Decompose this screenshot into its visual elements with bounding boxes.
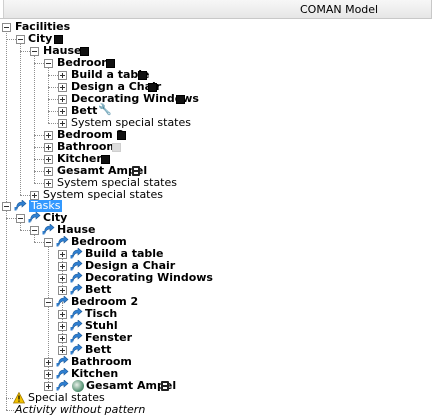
expand-toggle[interactable] — [44, 167, 53, 176]
collapse-toggle[interactable] — [16, 214, 25, 223]
collapse-toggle[interactable] — [30, 47, 39, 56]
traffic-light-icon — [132, 166, 140, 176]
collapse-toggle[interactable] — [30, 226, 39, 235]
task-arrow-icon — [56, 236, 70, 248]
expand-toggle[interactable] — [58, 95, 67, 104]
task-arrow-icon — [56, 368, 70, 380]
expand-toggle[interactable] — [58, 250, 67, 259]
tree-connector — [34, 63, 44, 64]
collapse-toggle[interactable] — [2, 23, 11, 32]
task-arrow-icon — [56, 356, 70, 368]
node-label: Activity without pattern — [15, 403, 146, 416]
collapse-toggle[interactable] — [44, 238, 53, 247]
task-arrow-icon — [28, 212, 42, 224]
task-arrow-icon — [70, 260, 84, 272]
black-square-icon — [176, 95, 185, 104]
task-arrow-icon — [70, 272, 84, 284]
expand-toggle[interactable] — [44, 370, 53, 379]
task-arrow-icon — [56, 296, 70, 308]
task-arrow-icon — [70, 248, 84, 260]
expand-toggle[interactable] — [58, 334, 67, 343]
tree-connector — [34, 55, 35, 183]
collapse-toggle[interactable] — [44, 298, 53, 307]
expand-toggle[interactable] — [58, 262, 67, 271]
tree-connector — [6, 218, 16, 219]
tree-connector — [48, 75, 58, 76]
task-arrow-icon — [70, 332, 84, 344]
tree-connector — [48, 123, 58, 124]
tree-connector — [48, 99, 58, 100]
black-square-icon — [148, 83, 157, 92]
grey-square-icon — [112, 143, 121, 152]
black-square-icon — [80, 47, 89, 56]
task-arrow-icon — [70, 320, 84, 332]
expand-toggle[interactable] — [44, 143, 53, 152]
tree-connector — [48, 67, 49, 123]
tree-node-activity-without-pattern[interactable]: Activity without pattern — [3, 404, 145, 416]
tree-connector — [34, 135, 44, 136]
black-square-icon — [138, 71, 147, 80]
collapse-toggle[interactable] — [2, 202, 11, 211]
tree-connector — [34, 147, 44, 148]
expand-toggle[interactable] — [44, 179, 53, 188]
expand-toggle[interactable] — [58, 346, 67, 355]
expand-toggle[interactable] — [58, 274, 67, 283]
expand-toggle[interactable] — [44, 131, 53, 140]
traffic-light-icon — [161, 381, 169, 391]
expand-toggle[interactable] — [58, 119, 67, 128]
black-square-icon — [54, 35, 63, 44]
tree-connector — [34, 171, 44, 172]
black-square-icon — [117, 131, 126, 140]
expand-toggle[interactable] — [44, 358, 53, 367]
model-tree: Facilities City Hause Bedroom Build a ta… — [0, 0, 432, 420]
task-arrow-icon — [70, 308, 84, 320]
black-square-icon — [101, 155, 110, 164]
tree-connector — [34, 183, 44, 184]
tree-connector — [34, 159, 44, 160]
expand-toggle[interactable] — [44, 382, 53, 391]
tree-connector — [20, 230, 30, 231]
task-arrow-icon — [42, 224, 56, 236]
tree-connector — [6, 398, 13, 399]
expand-toggle[interactable] — [58, 83, 67, 92]
collapse-toggle[interactable] — [44, 59, 53, 68]
collapse-toggle[interactable] — [16, 35, 25, 44]
expand-toggle[interactable] — [58, 107, 67, 116]
tree-connector — [6, 31, 7, 410]
expand-toggle[interactable] — [44, 155, 53, 164]
tree-node-tasks-decorating-windows[interactable]: Decorating Windows — [58, 272, 213, 284]
expand-toggle[interactable] — [58, 71, 67, 80]
tree-connector — [20, 51, 30, 52]
black-square-icon — [106, 59, 115, 68]
tree-connector — [48, 87, 58, 88]
tree-connector — [34, 242, 44, 243]
expand-toggle[interactable] — [58, 286, 67, 295]
tree-connector — [20, 43, 21, 195]
tree-connector — [20, 195, 30, 196]
expand-toggle[interactable] — [58, 310, 67, 319]
wrench-icon: 🔧 — [98, 103, 112, 116]
task-arrow-icon — [14, 200, 28, 212]
tree-connector — [48, 111, 58, 112]
tree-connector — [6, 39, 16, 40]
expand-toggle[interactable] — [58, 322, 67, 331]
